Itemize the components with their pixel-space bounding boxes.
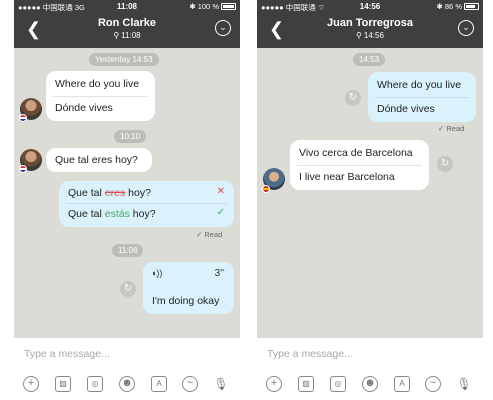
composer: Type a message... + ▨ ◎ ☻ A ~ 🎙: [257, 338, 483, 400]
voice-transcript: I'm doing okay: [152, 295, 220, 307]
time-stamp: 10:10: [114, 130, 147, 143]
message-list[interactable]: 14:53 ↻ Where do you live Dónde vives ✓ …: [257, 48, 483, 338]
date-stamp: Yesterday 14:53: [89, 53, 159, 66]
translation-divider: [297, 165, 422, 166]
message-text: Que tal eres hoy?: [55, 154, 138, 166]
sticker-icon[interactable]: ☻: [119, 376, 135, 392]
check-icon: ✓: [216, 207, 225, 218]
translate-toggle-icon[interactable]: ↻: [120, 281, 136, 297]
translation-text: Dónde vives: [55, 102, 113, 114]
message-text: Where do you live: [55, 78, 140, 90]
battery-percent: 86 %: [444, 2, 462, 11]
wrong-icon: ✕: [216, 186, 225, 197]
translation-text: I live near Barcelona: [299, 171, 395, 183]
chevron-down-icon[interactable]: ⌄: [215, 20, 231, 36]
emoji-icon[interactable]: ~: [425, 376, 441, 392]
text-part: hoy?: [125, 187, 151, 199]
image-icon[interactable]: ▨: [55, 376, 71, 392]
time-stamp: 14:53: [353, 53, 386, 66]
status-right: ✱ 86 %: [436, 2, 479, 11]
translate-icon[interactable]: A: [394, 376, 410, 392]
correction-divider: [66, 203, 227, 204]
bluetooth-icon: ✱: [436, 2, 443, 11]
original-text: Que tal eres hoy?: [68, 187, 151, 199]
text-part: hoy?: [129, 208, 156, 220]
read-receipt: ✓ Read: [196, 230, 223, 239]
translate-toggle-icon[interactable]: ↻: [345, 90, 361, 106]
contact-time: 14:56: [363, 31, 384, 40]
message-text: Where do you live: [377, 79, 462, 91]
message-input[interactable]: Type a message...: [24, 348, 110, 360]
microphone-icon[interactable]: 🎙: [456, 376, 472, 392]
incoming-message[interactable]: Where do you live Dónde vives: [46, 71, 155, 121]
contact-subtitle: ⚲ 14:56: [257, 31, 483, 40]
corrected-word: estás: [104, 208, 130, 220]
corrected-text: Que tal estás hoy?: [68, 208, 156, 220]
chat-screen-juan: ●●●●● 中国联通 ⌔ 14:56 ✱ 86 % ❮ Juan Torregr…: [257, 0, 483, 400]
chevron-down-icon[interactable]: ⌄: [458, 20, 474, 36]
flag-icon: [262, 185, 270, 193]
voice-message[interactable]: ◖)) 3'' I'm doing okay: [143, 262, 234, 314]
text-part: Que tal: [68, 187, 105, 199]
message-list[interactable]: Yesterday 14:53 Where do you live Dónde …: [14, 48, 240, 338]
audio-wave-icon[interactable]: ◖)): [151, 268, 162, 278]
location-pin-icon: ⚲: [356, 31, 362, 40]
status-bar: ●●●●● 中国联通 3G 11:08 ✱ 100 %: [14, 0, 240, 13]
camera-icon[interactable]: ◎: [87, 376, 103, 392]
incoming-message[interactable]: Que tal eres hoy?: [46, 148, 152, 172]
screenshot-pair: ●●●●● 中国联通 3G 11:08 ✱ 100 % ❮ Ron Clarke…: [0, 0, 493, 400]
correction-message[interactable]: Que tal eres hoy? ✕ Que tal estás hoy? ✓: [59, 181, 234, 227]
toolbar: + ▨ ◎ ☻ A ~ 🎙: [257, 376, 483, 394]
contact-name[interactable]: Juan Torregrosa: [257, 17, 483, 29]
message-input[interactable]: Type a message...: [267, 348, 353, 360]
status-right: ✱ 100 %: [189, 2, 236, 11]
location-pin-icon: ⚲: [113, 31, 120, 40]
message-text: Vivo cerca de Barcelona: [299, 147, 413, 159]
read-receipt: ✓ Read: [438, 124, 465, 133]
contact-time: 11:08: [121, 31, 141, 40]
camera-icon[interactable]: ◎: [330, 376, 346, 392]
sticker-icon[interactable]: ☻: [362, 376, 378, 392]
battery-percent: 100 %: [197, 2, 219, 11]
voice-duration: 3'': [214, 268, 224, 279]
chat-screen-ron: ●●●●● 中国联通 3G 11:08 ✱ 100 % ❮ Ron Clarke…: [14, 0, 240, 400]
image-icon[interactable]: ▨: [298, 376, 314, 392]
plus-icon[interactable]: +: [266, 376, 282, 392]
header-bar: ●●●●● 中国联通 3G 11:08 ✱ 100 % ❮ Ron Clarke…: [14, 0, 240, 48]
time-stamp: 11:08: [112, 244, 144, 257]
wrong-word: eres: [104, 187, 126, 199]
composer: Type a message... + ▨ ◎ ☻ A ~ 🎙: [14, 338, 240, 400]
header-bar: ●●●●● 中国联通 ⌔ 14:56 ✱ 86 % ❮ Juan Torregr…: [257, 0, 483, 48]
incoming-message[interactable]: Vivo cerca de Barcelona I live near Barc…: [290, 140, 429, 190]
plus-icon[interactable]: +: [23, 376, 39, 392]
status-bar: ●●●●● 中国联通 ⌔ 14:56 ✱ 86 %: [257, 0, 483, 13]
microphone-icon[interactable]: 🎙: [213, 376, 229, 392]
flag-icon: [19, 114, 27, 122]
contact-subtitle: ⚲ 11:08: [14, 31, 240, 40]
contact-name[interactable]: Ron Clarke: [14, 17, 240, 29]
text-part: Que tal: [68, 208, 105, 220]
translation-text: Dónde vives: [377, 103, 435, 115]
translate-icon[interactable]: A: [151, 376, 167, 392]
outgoing-message[interactable]: Where do you live Dónde vives: [368, 72, 476, 122]
flag-icon: [19, 165, 27, 173]
battery-icon: [464, 3, 479, 10]
toolbar: + ▨ ◎ ☻ A ~ 🎙: [14, 376, 240, 394]
battery-icon: [221, 3, 236, 10]
translation-divider: [53, 96, 148, 97]
translate-toggle-icon[interactable]: ↻: [437, 156, 453, 172]
translation-divider: [375, 97, 469, 98]
bluetooth-icon: ✱: [189, 2, 196, 11]
emoji-icon[interactable]: ~: [182, 376, 198, 392]
